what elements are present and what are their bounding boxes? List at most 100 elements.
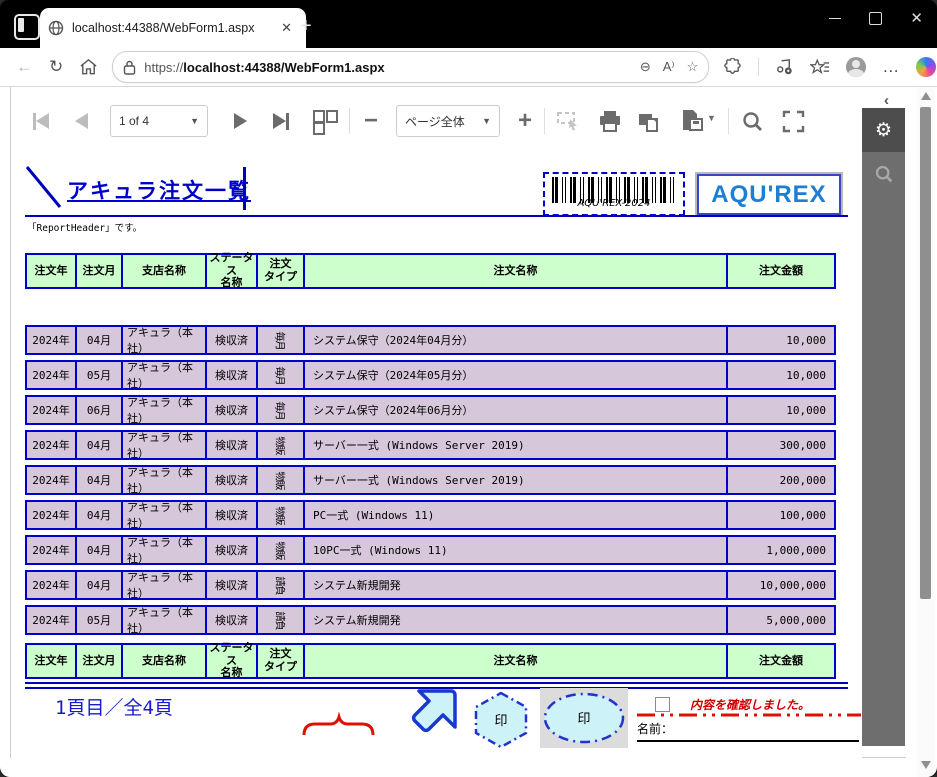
zoom-out-icon[interactable]: − [364, 111, 378, 131]
panel-search-icon[interactable] [862, 152, 905, 196]
cell-name: サーバー一式 (Windows Server 2019) [303, 430, 728, 460]
barcode: AQU'REX-2024 [543, 172, 685, 216]
confirm-text: 内容を確認しました。 [690, 696, 810, 713]
col-header: 注文年 [25, 643, 77, 679]
print-layout-icon[interactable] [638, 110, 664, 133]
previous-page-icon[interactable] [75, 113, 88, 129]
export-icon[interactable]: ▼ [680, 109, 716, 133]
logo-text: AQU'REX [711, 181, 826, 209]
cell-type: 毎月 [256, 360, 305, 390]
next-page-icon[interactable] [234, 113, 247, 129]
cell-type: 物販 [256, 535, 305, 565]
tab-title: localhost:44388/WebForm1.aspx [72, 21, 275, 35]
footer-rule-1 [25, 682, 848, 684]
cell-month: 04月 [75, 535, 123, 565]
cell-name: 10PC一式 (Windows 11) [303, 535, 728, 565]
extensions-icon[interactable] [723, 58, 742, 77]
cell-branch: アキュラ（本社） [121, 430, 207, 460]
page-select[interactable]: 1 of 4 ▼ [110, 105, 208, 137]
collapse-panel-icon[interactable]: ‹ [884, 92, 889, 109]
profile-avatar[interactable] [846, 57, 866, 77]
table-row: 2024年04月アキュラ（本社）検収済毎月システム保守（2024年04月分）10… [25, 325, 848, 355]
cell-amount: 10,000,000 [726, 570, 836, 600]
col-header: 支店名称 [121, 643, 207, 679]
zoom-select[interactable]: ページ全体 ▼ [396, 105, 500, 137]
scrollbar-thumb[interactable] [920, 107, 931, 599]
scroll-up-icon[interactable] [921, 92, 931, 100]
refresh-icon[interactable]: ↻ [49, 57, 63, 77]
cell-month: 04月 [75, 500, 123, 530]
cell-amount: 200,000 [726, 465, 836, 495]
cell-amount: 10,000 [726, 325, 836, 355]
cell-type: 物販 [256, 500, 305, 530]
scrollbar[interactable] [917, 87, 935, 777]
col-header: 支店名称 [121, 253, 207, 289]
browser-tab[interactable]: localhost:44388/WebForm1.aspx ✕ [40, 8, 306, 48]
maximize-button[interactable] [869, 12, 882, 25]
multipage-view-icon[interactable] [313, 110, 337, 132]
cell-status: 検収済 [205, 500, 258, 530]
first-page-icon[interactable] [33, 113, 49, 130]
close-button[interactable]: ✕ [910, 13, 923, 24]
print-icon[interactable] [598, 110, 622, 133]
page-content: 1 of 4 ▼ − ページ全体 ▼ + ▼ [0, 87, 937, 777]
table-row: 2024年04月アキュラ（本社）検収済物販サーバー一式 (Windows Ser… [25, 430, 848, 460]
table-row: 2024年05月アキュラ（本社）検収済請負システム新規開発5,000,000 [25, 605, 848, 635]
minimize-button[interactable] [829, 18, 841, 19]
new-tab-button[interactable]: + [300, 16, 312, 36]
cell-year: 2024年 [25, 395, 77, 425]
cell-name: システム保守（2024年04月分） [303, 325, 728, 355]
cell-branch: アキュラ（本社） [121, 570, 207, 600]
red-dashdot-line [637, 713, 861, 717]
zoom-in-icon[interactable]: + [518, 111, 532, 131]
url-text[interactable]: https://localhost:44388/WebForm1.aspx [144, 60, 628, 75]
report-viewer-toolbar: 1 of 4 ▼ − ページ全体 ▼ + ▼ [11, 95, 856, 147]
table-row: 2024年04月アキュラ（本社）検収済請負システム新規開発10,000,000 [25, 570, 848, 600]
scroll-down-icon[interactable] [921, 761, 931, 769]
copilot-icon[interactable] [916, 57, 936, 77]
cell-status: 検収済 [205, 360, 258, 390]
cell-amount: 100,000 [726, 500, 836, 530]
search-icon[interactable] [741, 110, 764, 133]
browser-essentials-icon[interactable] [775, 58, 794, 77]
tab-close-icon[interactable]: ✕ [275, 20, 298, 36]
chevron-down-icon: ▼ [482, 116, 491, 126]
title-bar: localhost:44388/WebForm1.aspx ✕ + ✕ [0, 0, 937, 48]
report-header-note: 「ReportHeader」です。 [27, 220, 142, 234]
parameters-gear-icon[interactable]: ⚙ [862, 108, 905, 152]
lock-icon[interactable] [123, 60, 136, 75]
globe-icon [48, 20, 64, 36]
fullscreen-icon[interactable] [782, 110, 805, 133]
company-logo: AQU'REX [697, 174, 841, 215]
col-header: 注文名称 [303, 643, 728, 679]
cell-status: 検収済 [205, 465, 258, 495]
table-body: 2024年04月アキュラ（本社）検収済毎月システム保守（2024年04月分）10… [25, 325, 848, 640]
cell-status: 検収済 [205, 325, 258, 355]
header-horizontal-rule [25, 215, 848, 217]
confirm-checkbox[interactable] [655, 697, 670, 712]
cell-year: 2024年 [25, 605, 77, 635]
cell-year: 2024年 [25, 465, 77, 495]
cell-name: PC一式 (Windows 11) [303, 500, 728, 530]
cell-status: 検収済 [205, 430, 258, 460]
last-page-icon[interactable] [273, 113, 289, 130]
cell-status: 検収済 [205, 395, 258, 425]
zoom-out-page-icon[interactable]: ⊖ [640, 59, 651, 75]
more-icon[interactable]: … [882, 57, 900, 77]
col-header: 注文金額 [726, 643, 836, 679]
address-bar[interactable]: https://localhost:44388/WebForm1.aspx ⊖ … [112, 51, 709, 83]
stamp-label: 印 [494, 714, 507, 729]
tab-actions-icon[interactable] [14, 14, 40, 40]
cell-month: 06月 [75, 395, 123, 425]
selection-tool-icon[interactable] [557, 110, 582, 132]
favorite-star-icon[interactable]: ☆ [687, 59, 699, 75]
cell-type: 物販 [256, 465, 305, 495]
col-header: 注文年 [25, 253, 77, 289]
read-aloud-icon[interactable]: A⁾ [663, 59, 675, 75]
home-icon[interactable] [79, 58, 98, 76]
favorites-bar-icon[interactable] [810, 58, 830, 77]
page-indicator: 1頁目／全4頁 [55, 693, 173, 720]
back-icon[interactable]: ← [16, 57, 33, 77]
cell-type: 物販 [256, 430, 305, 460]
cell-name: システム保守（2024年05月分） [303, 360, 728, 390]
